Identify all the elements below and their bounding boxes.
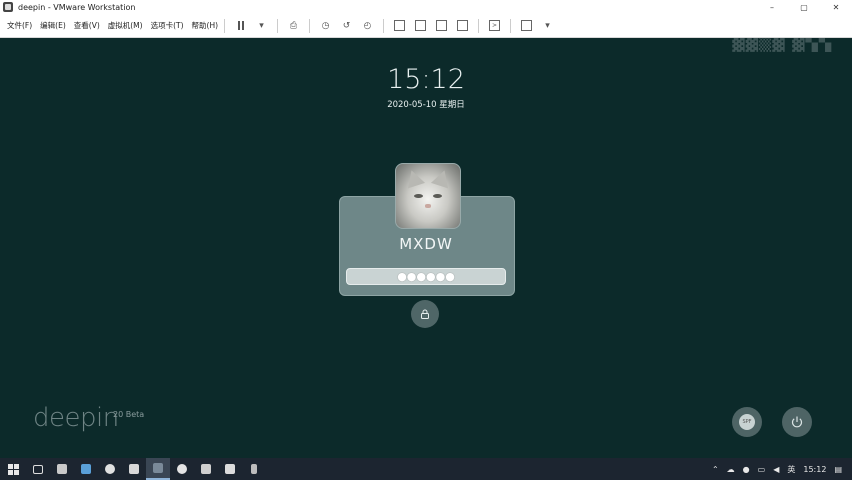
menu-tabs[interactable]: 选项卡(T) [151, 20, 184, 31]
vm-display[interactable]: ▓▓▒▓ ▓▚▚ 15:12 2020-05-10 星期日 MXDW ●●●●●… [0, 38, 852, 458]
vmware-taskbar-icon[interactable] [146, 458, 170, 480]
password-field[interactable]: ●●●●●● [346, 268, 506, 285]
task-view-icon[interactable] [26, 458, 50, 480]
watermark-logo: ▓▓▒▓ ▓▚▚ [732, 38, 832, 52]
volume-icon[interactable]: ◀ [773, 465, 779, 474]
keyboard-layout-button[interactable]: SPF [732, 407, 762, 437]
taskbar-app-7[interactable] [194, 458, 218, 480]
menu-toolbar: 文件(F) 编辑(E) 查看(V) 虚拟机(M) 选项卡(T) 帮助(H) ▾ … [0, 14, 852, 38]
system-tray: ⌃ ☁ ● ▭ ◀ 英 15:12 ▤ [708, 458, 852, 480]
windows-icon [7, 463, 19, 475]
taskbar-app-6[interactable] [170, 458, 194, 480]
toolbar-divider [277, 18, 279, 33]
unlock-button[interactable] [411, 300, 439, 328]
vmware-app-icon [3, 2, 13, 12]
stretch-view-icon[interactable] [521, 20, 533, 31]
menu-help[interactable]: 帮助(H) [192, 20, 219, 31]
toolbar-divider [224, 18, 226, 33]
menu-file[interactable]: 文件(F) [7, 20, 32, 31]
chevron-down-icon[interactable]: ▾ [542, 20, 553, 31]
snapshot-icon[interactable]: ◷ [320, 20, 331, 31]
power-icon [791, 416, 803, 428]
chrome-icon[interactable] [98, 458, 122, 480]
maximize-button[interactable]: ▢ [788, 0, 820, 14]
menu-edit[interactable]: 编辑(E) [40, 20, 66, 31]
fullscreen-icon[interactable] [436, 20, 448, 31]
taskbar-app-2[interactable] [74, 458, 98, 480]
snapshot-manager-icon[interactable]: ◴ [362, 20, 373, 31]
toolbar-divider [510, 18, 512, 33]
taskbar-app-4[interactable] [122, 458, 146, 480]
send-keys-icon[interactable]: ⎙ [288, 20, 299, 31]
window-titlebar[interactable]: deepin - VMware Workstation – ▢ ✕ [0, 0, 852, 14]
power-button[interactable] [782, 407, 812, 437]
thumbnail-icon[interactable] [415, 20, 427, 31]
deepin-version: 20 Beta [113, 410, 145, 419]
lock-date: 2020-05-10 星期日 [387, 100, 465, 110]
password-mask: ●●●●●● [397, 270, 455, 283]
notification-icon[interactable]: ▤ [834, 465, 842, 474]
avatar [395, 163, 461, 229]
taskbar-app-1[interactable] [50, 458, 74, 480]
menu-view[interactable]: 查看(V) [74, 20, 100, 31]
library-icon[interactable] [394, 20, 406, 31]
window-controls: – ▢ ✕ [756, 0, 852, 14]
taskbar-app-9[interactable] [242, 458, 266, 480]
network-icon[interactable]: ▭ [758, 465, 766, 474]
close-button[interactable]: ✕ [820, 0, 852, 14]
taskbar-app-8[interactable] [218, 458, 242, 480]
chevron-down-icon[interactable]: ▾ [256, 20, 267, 31]
console-icon[interactable]: > [489, 20, 501, 31]
input-method-indicator[interactable]: 英 [787, 464, 795, 475]
chevron-up-icon[interactable]: ⌃ [712, 465, 719, 474]
minimize-button[interactable]: – [756, 0, 788, 14]
window-title: deepin - VMware Workstation [18, 2, 136, 12]
pause-icon[interactable] [235, 20, 246, 31]
toolbar-divider [383, 18, 385, 33]
unity-icon[interactable] [457, 20, 469, 31]
windows-taskbar: ⌃ ☁ ● ▭ ◀ 英 15:12 ▤ [0, 458, 852, 480]
lock-clock: 15:12 [387, 64, 465, 95]
toolbar-divider [309, 18, 311, 33]
microphone-icon[interactable]: ● [743, 465, 750, 474]
revert-snapshot-icon[interactable]: ↺ [341, 20, 352, 31]
username: MXDW [399, 235, 453, 253]
deepin-logo: deepin [33, 403, 119, 433]
toolbar-divider [478, 18, 480, 33]
taskbar-clock[interactable]: 15:12 [803, 465, 826, 474]
lock-icon [421, 309, 429, 319]
cloud-icon[interactable]: ☁ [727, 465, 735, 474]
keyboard-layout-label: SPF [739, 414, 755, 430]
start-button[interactable] [0, 458, 26, 480]
menu-vm[interactable]: 虚拟机(M) [108, 20, 143, 31]
